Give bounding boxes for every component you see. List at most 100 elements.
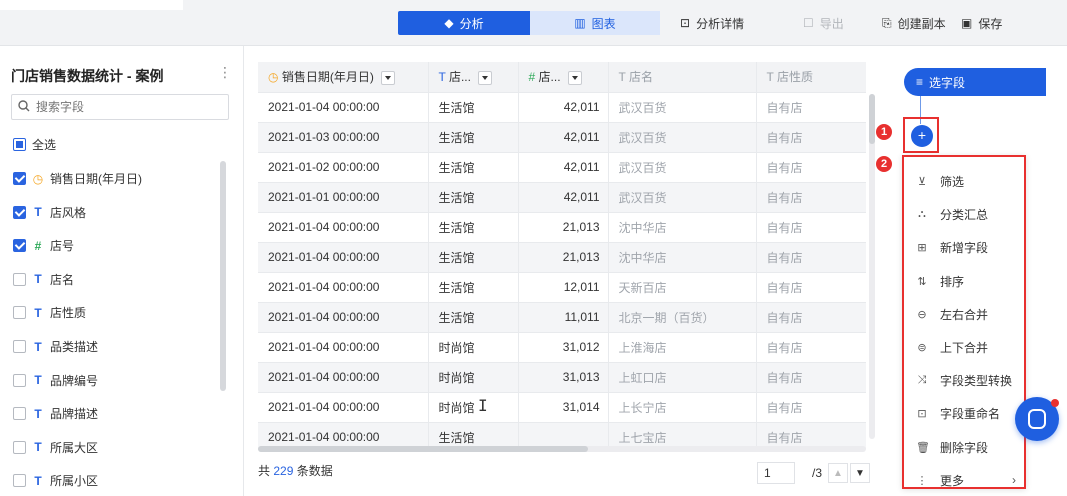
table-cell: 42,011 xyxy=(518,122,609,153)
analyze-tab[interactable]: ◆ 分析 xyxy=(398,11,530,35)
create-copy-button[interactable]: ⎘ 创建副本 xyxy=(882,11,946,35)
date-type-icon: ◷ xyxy=(32,171,44,186)
chevron-down-icon: ▼ xyxy=(855,467,865,479)
table-cell: 2021-01-04 00:00:00 xyxy=(258,362,429,393)
table-vertical-scrollbar[interactable] xyxy=(869,94,875,439)
table-cell: 自有店 xyxy=(756,212,866,243)
menu-item[interactable]: ⊡ 字段重命名 xyxy=(916,405,1000,422)
table-cell: 31,012 xyxy=(518,332,609,363)
table-cell: 自有店 xyxy=(756,422,866,449)
menu-item[interactable]: 🗑 删除字段 xyxy=(916,439,988,456)
field-checkbox[interactable] xyxy=(13,306,26,320)
menu-item-label: 上下合并 xyxy=(940,341,989,355)
field-item[interactable]: ◷ 销售日期(年月日) xyxy=(13,170,142,187)
table-cell: 自有店 xyxy=(756,392,866,423)
add-step-button[interactable]: + xyxy=(911,125,933,147)
toolbar-blank xyxy=(0,0,183,10)
prev-page-button[interactable]: ▲ xyxy=(828,463,848,483)
menu-item[interactable]: ⊖ 左右合并 xyxy=(916,306,988,323)
field-checkbox[interactable] xyxy=(13,239,26,253)
column-dropdown-icon[interactable] xyxy=(567,71,582,86)
column-dropdown-icon[interactable] xyxy=(381,71,396,86)
table-row: 2021-01-04 00:00:00 生活馆 21,013 沈中华店 自有店 xyxy=(258,212,866,243)
field-item[interactable]: T 品牌描述 xyxy=(13,405,98,422)
scroll-thumb[interactable] xyxy=(869,94,875,144)
save-button[interactable]: ▣ 保存 xyxy=(961,11,1002,35)
table-row: 2021-01-03 00:00:00 生活馆 42,011 武汉百货 自有店 xyxy=(258,122,866,153)
table-cell: 上长宁店 xyxy=(608,392,757,423)
column-header-sale-date[interactable]: ◷ 销售日期(年月日) xyxy=(258,62,429,93)
field-label: 店风格 xyxy=(50,205,87,220)
table-cell: 2021-01-04 00:00:00 xyxy=(258,422,429,449)
field-checkbox[interactable] xyxy=(13,407,26,421)
table-row: 2021-01-04 00:00:00 生活馆 42,011 武汉百货 自有店 xyxy=(258,92,866,123)
field-checkbox[interactable] xyxy=(13,340,26,353)
menu-item[interactable]: ⊻ 筛选 xyxy=(916,173,964,190)
table-cell: 42,011 xyxy=(518,92,609,123)
field-item[interactable]: T 店性质 xyxy=(13,304,86,321)
table-cell: 2021-01-04 00:00:00 xyxy=(258,392,429,423)
field-item[interactable]: T 店名 xyxy=(13,271,74,288)
analysis-detail-button[interactable]: ⊡ 分析详情 xyxy=(680,11,744,35)
text-type-icon: T xyxy=(34,373,42,388)
table-horizontal-scrollbar[interactable] xyxy=(258,446,866,452)
export-label: 导出 xyxy=(819,16,844,31)
menu-item[interactable]: ⊜ 上下合并 xyxy=(916,339,988,356)
scroll-thumb[interactable] xyxy=(258,446,588,452)
chart-tab[interactable]: ▥ 图表 xyxy=(530,11,660,35)
field-item[interactable]: # 店号 xyxy=(13,237,74,254)
text-type-icon: T xyxy=(34,440,42,455)
next-page-button[interactable]: ▼ xyxy=(850,463,870,483)
field-item[interactable]: T 所属大区 xyxy=(13,439,98,456)
table-cell: 自有店 xyxy=(756,362,866,393)
table-cell: 42,011 xyxy=(518,182,609,213)
field-checkbox[interactable] xyxy=(13,440,26,454)
table-cell: 生活馆 xyxy=(428,92,519,123)
menu-item-label: 新增字段 xyxy=(940,241,989,256)
field-item[interactable]: T 品牌编号 xyxy=(13,372,98,389)
table-cell: 11,011 xyxy=(518,302,609,333)
field-item[interactable]: T 品类描述 xyxy=(13,338,98,355)
field-checkbox[interactable] xyxy=(13,474,26,488)
select-all[interactable]: 全选 xyxy=(13,136,56,153)
row-count-suffix: 条数据 xyxy=(296,464,333,478)
table-cell: 生活馆 xyxy=(428,302,519,333)
search-input[interactable] xyxy=(36,100,216,114)
search-icon xyxy=(18,99,30,115)
more-vert-icon[interactable]: ⋮ xyxy=(218,64,232,81)
field-item[interactable]: T 店风格 xyxy=(13,204,86,221)
page-input[interactable]: 1 xyxy=(757,462,795,484)
select-all-checkbox[interactable] xyxy=(13,138,26,151)
table-cell: 北京一期（百货） xyxy=(608,302,757,333)
export-button[interactable]: ☐ 导出 xyxy=(803,11,844,35)
field-checkbox[interactable] xyxy=(13,373,26,387)
field-checkbox[interactable] xyxy=(13,205,26,219)
field-item[interactable]: T 所属小区 xyxy=(13,472,98,489)
column-header-store-no[interactable]: # 店... xyxy=(518,62,609,93)
menu-item[interactable]: ⋮ 更多 xyxy=(916,472,965,489)
table-cell: 自有店 xyxy=(756,152,866,183)
menu-item[interactable]: ⛬ 分类汇总 xyxy=(916,206,988,223)
field-list-scrollbar[interactable] xyxy=(220,161,226,391)
step-badge-2: 2 xyxy=(876,156,892,172)
field-checkbox[interactable] xyxy=(13,272,26,286)
table-cell: 自有店 xyxy=(756,92,866,123)
menu-item-label: 筛选 xyxy=(940,175,965,189)
menu-item[interactable]: ⊞ 新增字段 xyxy=(916,239,988,256)
join-icon: ⊖ xyxy=(917,308,927,321)
field-search[interactable] xyxy=(11,94,229,120)
field-checkbox[interactable] xyxy=(13,172,26,185)
menu-item[interactable]: ⇅ 排序 xyxy=(916,273,964,290)
table-cell: 生活馆 xyxy=(428,152,519,183)
table-cell: 自有店 xyxy=(756,302,866,333)
table-cell: 21,013 xyxy=(518,242,609,273)
help-chat-button[interactable] xyxy=(1015,397,1059,441)
field-label: 所属小区 xyxy=(50,474,99,489)
column-header-store-style[interactable]: T 店... xyxy=(428,62,519,93)
select-field-label: 选字段 xyxy=(929,75,966,90)
table-row: 2021-01-04 00:00:00 生活馆 上七宝店 自有店 xyxy=(258,422,866,449)
column-dropdown-icon[interactable] xyxy=(478,71,493,86)
menu-item[interactable]: ⤨ 字段类型转换 xyxy=(916,372,1012,389)
select-field-step[interactable]: ≡ 选字段 xyxy=(904,68,1046,96)
column-header-label: 店... xyxy=(448,70,471,85)
